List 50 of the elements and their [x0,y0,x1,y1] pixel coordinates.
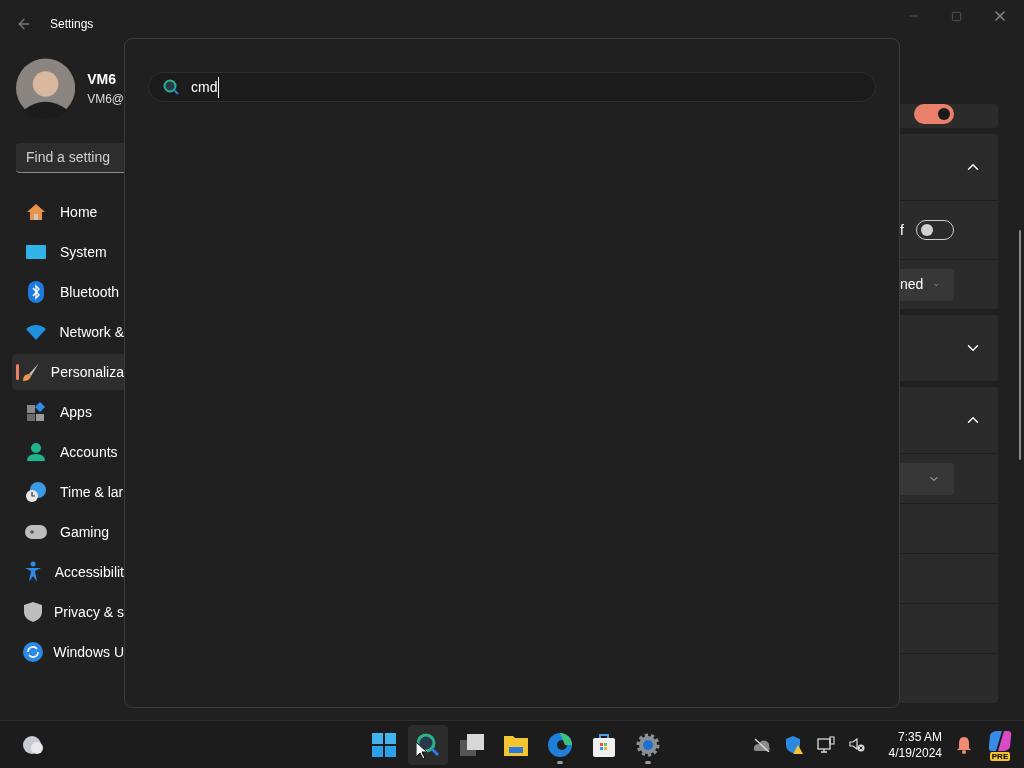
update-icon [22,642,43,662]
bell-icon[interactable] [956,735,972,754]
clock[interactable]: 7:35 AM 4/19/2024 [888,728,942,761]
bluetooth-icon [28,281,44,303]
speaker-muted-icon[interactable] [848,736,865,753]
search-field[interactable]: cmd [148,72,876,102]
find-setting-field[interactable]: Find a setting [16,143,124,173]
nav-item[interactable]: Bluetooth [12,274,124,310]
scrollbar[interactable] [1019,230,1021,460]
nav-item[interactable]: Home [12,194,124,230]
cloud-off-icon[interactable] [752,737,771,752]
store-icon [593,732,615,757]
mouse-cursor-icon [416,742,428,760]
avatar [16,58,76,118]
nav-item[interactable]: Privacy & s [12,594,124,630]
folder-icon [504,733,528,756]
window-title: Settings [50,16,94,33]
search-icon [163,79,179,95]
toggle-switch[interactable] [914,104,954,124]
globe-clock-icon [25,481,47,503]
monitor-icon [26,244,46,260]
task-view-icon [460,733,484,756]
wifi-icon [24,324,47,340]
gamepad-icon [25,524,47,540]
gear-icon [636,732,660,757]
nav-item[interactable]: Apps [12,394,124,430]
dropdown[interactable]: ned [900,268,954,301]
nav-item[interactable]: Network & [12,314,124,350]
copilot-button[interactable]: PRE [986,730,1014,759]
nav-item[interactable]: Personaliza [12,354,124,390]
nav-item[interactable]: System [12,234,124,270]
nav-item[interactable]: Accessibilit [12,554,124,590]
user-email: VM6@ [87,90,124,108]
setting-label: f [900,220,904,240]
nav-item[interactable]: Time & lar [12,474,124,510]
user-name: VM6 [87,69,117,89]
nav-item[interactable]: Windows U [12,634,124,670]
shield-warning-icon[interactable] [784,735,803,754]
network-icon[interactable] [816,735,835,754]
accessibility-icon [24,561,43,583]
house-icon [26,202,46,222]
shield-icon [24,602,42,622]
windows-logo-icon [372,732,396,757]
taskbar-app[interactable] [408,724,448,765]
person-icon [26,442,46,462]
nav-item[interactable]: Accounts [12,434,124,470]
weather-icon[interactable] [20,734,44,755]
browser-icon [548,732,572,757]
apps-icon [26,402,46,422]
nav-item[interactable]: Gaming [12,514,124,550]
